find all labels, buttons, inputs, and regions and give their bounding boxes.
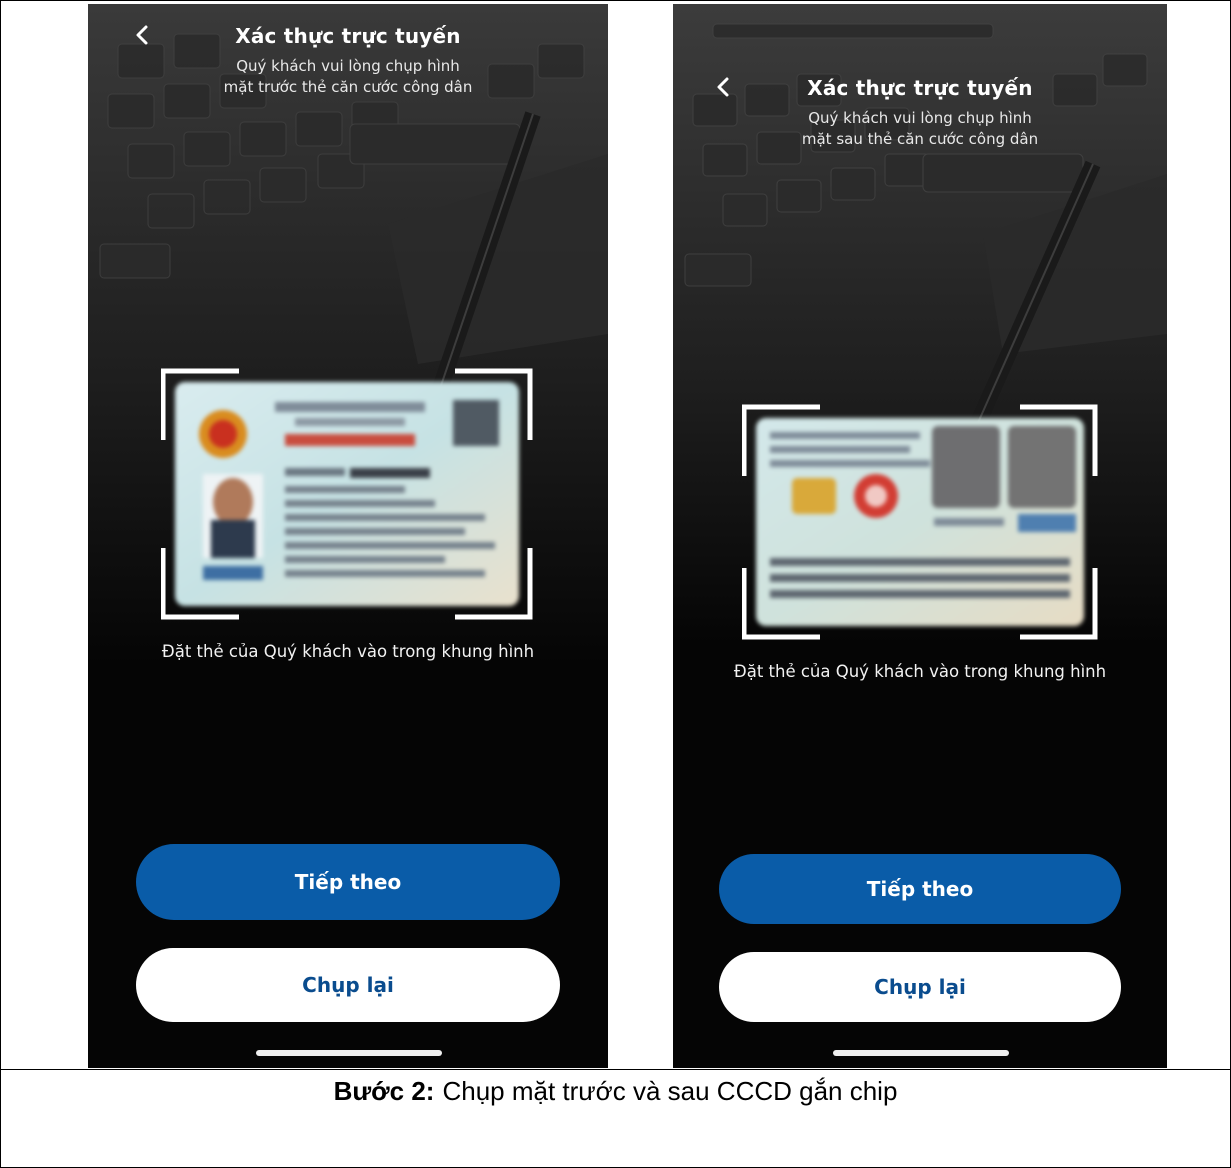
next-button[interactable]: Tiếp theo (719, 854, 1121, 924)
frame-corner-icon (742, 404, 820, 476)
page-title: Xác thực trực tuyến (235, 24, 461, 48)
frame-corner-icon (1020, 404, 1098, 476)
frame-corner-icon (455, 368, 533, 440)
next-button[interactable]: Tiếp theo (136, 844, 560, 920)
frame-corner-icon (161, 368, 239, 440)
frame-hint-text: Đặt thẻ của Quý khách vào trong khung hì… (733, 662, 1107, 681)
frame-hint-text: Đặt thẻ của Quý khách vào trong khung hì… (161, 642, 535, 661)
page-title: Xác thực trực tuyến (807, 76, 1033, 100)
frame-corner-icon (161, 548, 239, 620)
home-indicator (833, 1050, 1009, 1056)
instruction-line-1: Quý khách vui lòng chụp hình (808, 109, 1032, 127)
instruction-text: Quý khách vui lòng chụp hình mặt trước t… (88, 56, 608, 98)
frame-corner-icon (1020, 568, 1098, 640)
screen-header: Xác thực trực tuyến Quý khách vui lòng c… (88, 24, 608, 98)
instruction-text: Quý khách vui lòng chụp hình mặt sau thẻ… (673, 108, 1167, 150)
home-indicator (256, 1050, 442, 1056)
instruction-line-2: mặt trước thẻ căn cước công dân (223, 78, 473, 96)
frame-corner-icon (455, 548, 533, 620)
figure-caption: Bước 2: Chụp mặt trước và sau CCCD gắn c… (0, 1070, 1231, 1168)
step-description: Chụp mặt trước và sau CCCD gắn chip (442, 1076, 898, 1106)
phone-screen-back: Xác thực trực tuyến Quý khách vui lòng c… (673, 4, 1167, 1068)
capture-frame (161, 368, 533, 620)
instruction-line-2: mặt sau thẻ căn cước công dân (801, 130, 1039, 148)
instruction-line-1: Quý khách vui lòng chụp hình (236, 57, 460, 75)
retake-button[interactable]: Chụp lại (719, 952, 1121, 1022)
phone-screen-front: Xác thực trực tuyến Quý khách vui lòng c… (88, 4, 608, 1068)
frame-corner-icon (742, 568, 820, 640)
step-label: Bước 2: (333, 1076, 435, 1106)
retake-button[interactable]: Chụp lại (136, 948, 560, 1022)
screen-header: Xác thực trực tuyến Quý khách vui lòng c… (673, 76, 1167, 150)
capture-frame (742, 404, 1098, 640)
